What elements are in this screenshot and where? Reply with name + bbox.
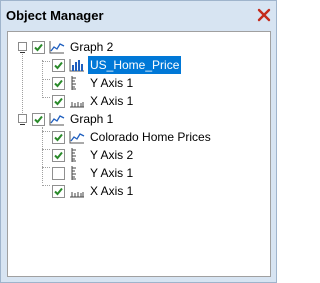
- visibility-checkbox[interactable]: [32, 41, 45, 54]
- title-bar[interactable]: Object Manager: [1, 1, 276, 31]
- y-axis-icon: [69, 75, 85, 91]
- x-axis-icon: [69, 93, 85, 109]
- tree-item-child[interactable]: Y Axis 1: [8, 164, 268, 182]
- visibility-checkbox[interactable]: [52, 77, 65, 90]
- visibility-checkbox[interactable]: [32, 113, 45, 126]
- object-tree[interactable]: Graph 2 US_Home_Price Y Axis 1 X Axis 1 Grap…: [7, 31, 271, 277]
- tree-item-label: Y Axis 1: [90, 166, 134, 180]
- tree-item-child[interactable]: X Axis 1: [8, 182, 268, 200]
- tree-item-label: X Axis 1: [90, 184, 134, 198]
- tree-item-label: X Axis 1: [90, 94, 134, 108]
- collapse-icon[interactable]: [18, 42, 27, 53]
- close-icon[interactable]: [256, 7, 272, 23]
- visibility-checkbox[interactable]: [52, 185, 65, 198]
- tree-item-label: Graph 1: [70, 112, 114, 126]
- visibility-checkbox[interactable]: [52, 95, 65, 108]
- line-chart-icon: [49, 111, 65, 127]
- tree-item-child[interactable]: US_Home_Price: [8, 56, 268, 74]
- visibility-checkbox[interactable]: [52, 167, 65, 180]
- visibility-checkbox[interactable]: [52, 149, 65, 162]
- tree-item-graph[interactable]: Graph 1: [8, 110, 268, 128]
- tree-item-child[interactable]: X Axis 1: [8, 92, 268, 110]
- tree-item-child[interactable]: Colorado Home Prices: [8, 128, 268, 146]
- tree-item-child[interactable]: Y Axis 1: [8, 74, 268, 92]
- y-axis-icon: [69, 147, 85, 163]
- object-manager-window: Object Manager Graph 2 US_Home_Price Y Axi…: [0, 0, 277, 283]
- collapse-icon[interactable]: [18, 114, 27, 125]
- tree-item-label: Graph 2: [70, 40, 114, 54]
- x-axis-icon: [69, 183, 85, 199]
- tree-item-label: Y Axis 2: [90, 148, 134, 162]
- bar-chart-icon: [69, 57, 85, 73]
- tree-item-label: Colorado Home Prices: [90, 130, 211, 144]
- tree-item-graph[interactable]: Graph 2: [8, 38, 268, 56]
- visibility-checkbox[interactable]: [52, 59, 65, 72]
- tree-item-child[interactable]: Y Axis 2: [8, 146, 268, 164]
- line-chart-icon: [69, 129, 85, 145]
- tree-item-label: Y Axis 1: [90, 76, 134, 90]
- visibility-checkbox[interactable]: [52, 131, 65, 144]
- tree-item-label: US_Home_Price: [88, 56, 182, 74]
- line-chart-icon: [49, 39, 65, 55]
- y-axis-icon: [69, 165, 85, 181]
- window-title: Object Manager: [6, 8, 104, 23]
